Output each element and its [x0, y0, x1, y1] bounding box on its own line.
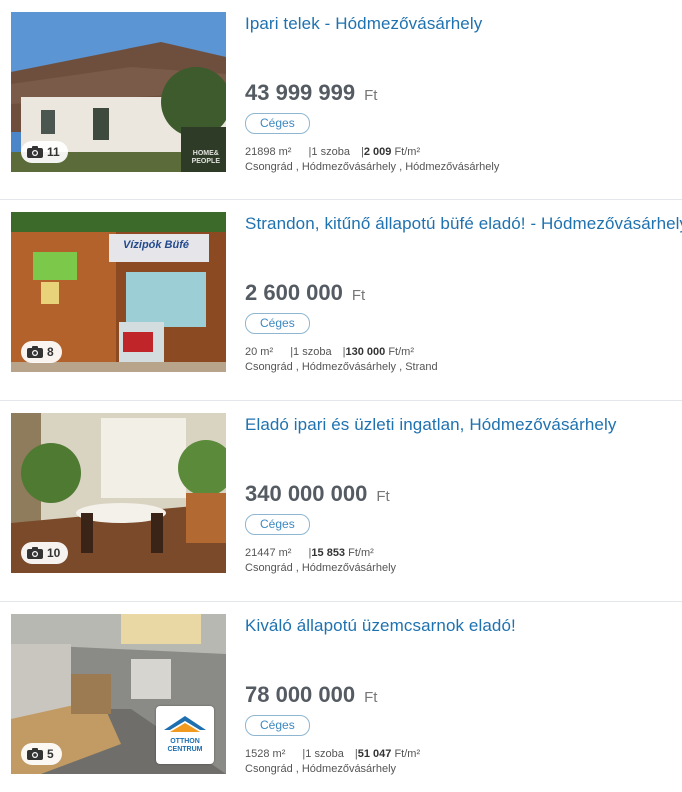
price-per-m2-unit: Ft/m² [394, 748, 421, 760]
photo-count: 11 [47, 145, 60, 159]
camera-icon [27, 748, 43, 760]
photo-count-badge: 8 [21, 341, 62, 363]
agency-logo-subname: CENTRUM [167, 746, 203, 753]
rooms: 1 szoba [311, 146, 350, 158]
listing-specs: 21447 m² |15 853 Ft/m² [245, 547, 374, 559]
listing-price: 2 600 000 Ft [245, 280, 365, 306]
listing-card[interactable]: Vízipók Büfé 8 Strandon, kitűnő állapotú… [0, 200, 682, 401]
photo-count-badge: 10 [21, 542, 69, 564]
price-per-m2-unit: Ft/m² [388, 346, 414, 358]
agency-logo: OTTHON CENTRUM [156, 706, 214, 764]
photo-count: 5 [47, 747, 54, 761]
photo-count: 10 [47, 546, 61, 560]
area: 1528 m² [245, 748, 286, 760]
price-currency: Ft [376, 488, 390, 505]
listing-specs: 20 m² |1 szoba |130 000 Ft/m² [245, 346, 414, 358]
price-currency: Ft [364, 689, 378, 706]
kiosk-sign: Vízipók Büfé [123, 239, 190, 251]
company-badge: Céges [245, 113, 310, 134]
price-per-m2-unit: Ft/m² [348, 547, 374, 559]
price-per-m2: 130 000 [345, 346, 386, 358]
price-per-m2: 51 047 [357, 748, 392, 760]
listing-price: 43 999 999 Ft [245, 80, 377, 106]
company-badge: Céges [245, 715, 310, 736]
roof-logo-icon [164, 716, 206, 732]
photo-count-badge: 11 [21, 141, 68, 163]
listing-photo[interactable]: HOME& PEOPLE 11 [11, 12, 226, 172]
price-value: 43 999 999 [245, 80, 356, 105]
company-badge: Céges [245, 313, 310, 334]
listing-photo[interactable]: Vízipók Büfé 8 [11, 212, 226, 372]
listing-price: 340 000 000 Ft [245, 481, 390, 507]
rooms: 1 szoba [305, 748, 344, 760]
listing-location: Csongrád , Hódmezővásárhely , Strand [245, 361, 438, 373]
photo-count: 8 [47, 345, 54, 359]
photo-count-badge: 5 [21, 743, 62, 765]
price-currency: Ft [364, 87, 378, 104]
price-per-m2: 15 853 [311, 547, 346, 559]
camera-icon [27, 146, 43, 158]
area: 21447 m² [245, 547, 292, 559]
company-badge: Céges [245, 514, 310, 535]
listing-title[interactable]: Eladó ipari és üzleti ingatlan, Hódmezőv… [245, 415, 616, 435]
price-value: 78 000 000 [245, 682, 356, 707]
listing-specs: 21898 m² |1 szoba |2 009 Ft/m² [245, 146, 421, 158]
price-value: 2 600 000 [245, 280, 343, 305]
camera-icon [27, 346, 43, 358]
listing-photo[interactable]: 10 [11, 413, 226, 573]
listing-card[interactable]: HOME& PEOPLE 11 Ipari telek - Hódmezővás… [0, 0, 682, 200]
area: 20 m² [245, 346, 274, 358]
listing-title[interactable]: Ipari telek - Hódmezővásárhely [245, 14, 482, 34]
area: 21898 m² [245, 146, 292, 158]
listing-card[interactable]: OTTHON CENTRUM 5 Kiváló állapotú üzemcsa… [0, 602, 682, 792]
listing-title[interactable]: Strandon, kitűnő állapotú büfé eladó! - … [245, 214, 682, 234]
listing-photo[interactable]: OTTHON CENTRUM 5 [11, 614, 226, 774]
listing-location: Csongrád , Hódmezővásárhely [245, 763, 397, 775]
price-per-m2: 2 009 [363, 146, 392, 158]
agency-logo-name: OTTHON [170, 738, 200, 745]
watermark: HOME& PEOPLE [191, 150, 220, 165]
listing-price: 78 000 000 Ft [245, 682, 377, 708]
listing-location: Csongrád , Hódmezővásárhely [245, 562, 397, 574]
price-per-m2-unit: Ft/m² [394, 146, 421, 158]
listing-card[interactable]: 10 Eladó ipari és üzleti ingatlan, Hódme… [0, 401, 682, 602]
listing-title[interactable]: Kiváló állapotú üzemcsarnok eladó! [245, 616, 516, 636]
rooms: 1 szoba [293, 346, 332, 358]
price-currency: Ft [351, 287, 366, 304]
listing-location: Csongrád , Hódmezővásárhely , Hódmezővás… [245, 161, 500, 173]
listing-specs: 1528 m² |1 szoba |51 047 Ft/m² [245, 748, 421, 760]
price-value: 340 000 000 [245, 481, 368, 506]
camera-icon [27, 547, 43, 559]
